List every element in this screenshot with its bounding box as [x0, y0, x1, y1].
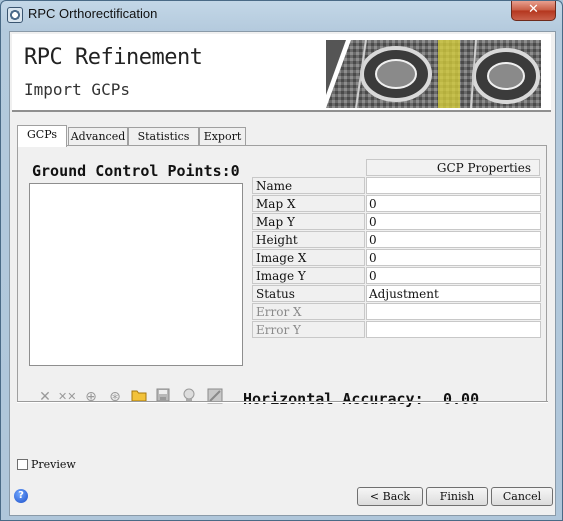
property-label: Status [252, 285, 365, 302]
property-row-image-y: Image Y 0 [252, 267, 541, 285]
image-y-field[interactable]: 0 [366, 267, 541, 284]
property-label: Image X [252, 249, 365, 266]
close-button[interactable]: ✕ [511, 1, 556, 21]
delete-all-icon[interactable]: ✕✕ [58, 388, 76, 406]
tab-statistics[interactable]: Statistics [128, 127, 199, 146]
property-label: Name [252, 177, 365, 194]
property-row-error-y: Error Y [252, 321, 541, 339]
wizard-header: RPC Refinement Import GCPs [12, 34, 551, 112]
property-row-status: Status Adjustment [252, 285, 541, 303]
property-row-height: Height 0 [252, 231, 541, 249]
cancel-button[interactable]: Cancel [491, 487, 553, 506]
save-icon[interactable] [154, 388, 172, 406]
client-area: RPC Refinement Import GCPs GCPs Advanced… [9, 31, 556, 516]
delete-icon[interactable]: ✕ [36, 388, 54, 406]
page-title: RPC Refinement [24, 45, 203, 70]
dialog-window: RPC Orthorectification ✕ RPC Refinement … [0, 0, 563, 521]
property-row-name: Name [252, 177, 541, 195]
gcp-properties-header: GCP Properties [366, 159, 540, 176]
gcp-count-heading: Ground Control Points:0 [32, 162, 240, 180]
property-row-map-x: Map X 0 [252, 195, 541, 213]
gcp-list[interactable] [29, 183, 243, 366]
horizontal-accuracy-value: 0.00 [443, 390, 480, 408]
title-bar: RPC Orthorectification ✕ [1, 1, 562, 27]
image-x-field[interactable]: 0 [366, 249, 541, 266]
preview-checkbox[interactable] [17, 459, 28, 470]
map-x-field[interactable]: 0 [366, 195, 541, 212]
property-label: Map Y [252, 213, 365, 230]
tab-export[interactable]: Export [199, 127, 246, 146]
divider [17, 401, 548, 403]
height-field[interactable]: 0 [366, 231, 541, 248]
property-label: Error Y [252, 321, 365, 338]
map-y-field[interactable]: 0 [366, 213, 541, 230]
name-field[interactable] [366, 177, 541, 194]
tab-advanced[interactable]: Advanced [68, 127, 128, 146]
window-title: RPC Orthorectification [28, 6, 158, 21]
property-row-image-x: Image X 0 [252, 249, 541, 267]
horizontal-accuracy-label: Horizontal Accuracy: [243, 390, 424, 408]
finish-button[interactable]: Finish [426, 487, 488, 506]
property-label: Error X [252, 303, 365, 320]
add-point-icon[interactable]: ⊕ [82, 388, 100, 406]
add-points-icon[interactable]: ⊛ [106, 388, 124, 406]
status-field[interactable]: Adjustment [366, 285, 541, 302]
open-folder-icon[interactable] [130, 388, 148, 406]
property-label: Height [252, 231, 365, 248]
property-label: Image Y [252, 267, 365, 284]
error-x-field [366, 303, 541, 320]
gcps-tab-panel: Ground Control Points:0 GCP Properties N… [17, 145, 547, 408]
page-subtitle: Import GCPs [24, 80, 130, 99]
preview-label: Preview [31, 458, 76, 471]
error-y-field [366, 321, 541, 338]
satellite-image-banner [326, 40, 541, 108]
back-button[interactable]: < Back [357, 487, 423, 506]
view-icon[interactable] [180, 388, 198, 406]
property-label: Map X [252, 195, 365, 212]
help-icon[interactable]: ? [14, 489, 28, 503]
table-icon[interactable] [206, 388, 224, 406]
property-row-map-y: Map Y 0 [252, 213, 541, 231]
property-row-error-x: Error X [252, 303, 541, 321]
tab-gcps[interactable]: GCPs [17, 125, 67, 147]
app-icon [7, 7, 23, 23]
